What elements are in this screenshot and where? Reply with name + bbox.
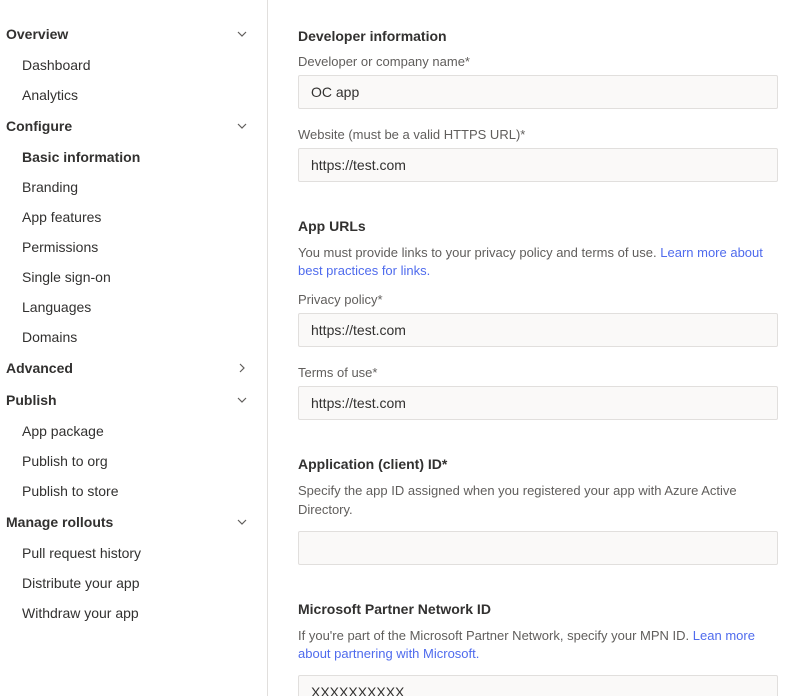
nav-group-label: Publish bbox=[6, 392, 57, 408]
section-description: If you're part of the Microsoft Partner … bbox=[298, 627, 778, 663]
section-description: You must provide links to your privacy p… bbox=[298, 244, 778, 280]
sidebar: Overview Dashboard Analytics Configure B… bbox=[0, 0, 268, 696]
chevron-down-icon bbox=[235, 27, 249, 41]
section-title: Application (client) ID* bbox=[298, 456, 778, 472]
nav-group-label: Manage rollouts bbox=[6, 514, 113, 530]
section-application-client-id: Application (client) ID* Specify the app… bbox=[298, 456, 778, 564]
section-app-urls: App URLs You must provide links to your … bbox=[298, 218, 778, 420]
nav-item-pull-request-history[interactable]: Pull request history bbox=[0, 538, 267, 568]
section-title: Developer information bbox=[298, 28, 778, 44]
main-content: Developer information Developer or compa… bbox=[268, 0, 800, 696]
nav-group-manage-rollouts[interactable]: Manage rollouts bbox=[0, 506, 267, 538]
nav-group-label: Overview bbox=[6, 26, 68, 42]
section-developer-information: Developer information Developer or compa… bbox=[298, 28, 778, 182]
chevron-down-icon bbox=[235, 393, 249, 407]
nav-item-branding[interactable]: Branding bbox=[0, 172, 267, 202]
nav-group-advanced[interactable]: Advanced bbox=[0, 352, 267, 384]
nav-item-analytics[interactable]: Analytics bbox=[0, 80, 267, 110]
section-title: App URLs bbox=[298, 218, 778, 234]
terms-of-use-label: Terms of use* bbox=[298, 365, 778, 380]
nav-group-label: Advanced bbox=[6, 360, 73, 376]
nav-item-distribute-your-app[interactable]: Distribute your app bbox=[0, 568, 267, 598]
section-mpn-id: Microsoft Partner Network ID If you're p… bbox=[298, 601, 778, 696]
nav-item-withdraw-your-app[interactable]: Withdraw your app bbox=[0, 598, 267, 628]
nav-item-publish-to-org[interactable]: Publish to org bbox=[0, 446, 267, 476]
chevron-down-icon bbox=[235, 119, 249, 133]
desc-text: If you're part of the Microsoft Partner … bbox=[298, 628, 693, 643]
nav-item-app-features[interactable]: App features bbox=[0, 202, 267, 232]
privacy-policy-label: Privacy policy* bbox=[298, 292, 778, 307]
mpn-id-input[interactable] bbox=[298, 675, 778, 696]
nav-item-permissions[interactable]: Permissions bbox=[0, 232, 267, 262]
nav-item-app-package[interactable]: App package bbox=[0, 416, 267, 446]
terms-of-use-input[interactable] bbox=[298, 386, 778, 420]
nav-item-domains[interactable]: Domains bbox=[0, 322, 267, 352]
developer-name-input[interactable] bbox=[298, 75, 778, 109]
nav-item-languages[interactable]: Languages bbox=[0, 292, 267, 322]
nav-item-publish-to-store[interactable]: Publish to store bbox=[0, 476, 267, 506]
nav-item-basic-information[interactable]: Basic information bbox=[0, 142, 267, 172]
website-input[interactable] bbox=[298, 148, 778, 182]
developer-name-label: Developer or company name* bbox=[298, 54, 778, 69]
chevron-down-icon bbox=[235, 515, 249, 529]
nav-item-dashboard[interactable]: Dashboard bbox=[0, 50, 267, 80]
privacy-policy-input[interactable] bbox=[298, 313, 778, 347]
nav-group-publish[interactable]: Publish bbox=[0, 384, 267, 416]
section-description: Specify the app ID assigned when you reg… bbox=[298, 482, 778, 518]
nav-group-overview[interactable]: Overview bbox=[0, 18, 267, 50]
section-title: Microsoft Partner Network ID bbox=[298, 601, 778, 617]
desc-text: You must provide links to your privacy p… bbox=[298, 245, 660, 260]
nav-group-configure[interactable]: Configure bbox=[0, 110, 267, 142]
website-label: Website (must be a valid HTTPS URL)* bbox=[298, 127, 778, 142]
nav-group-label: Configure bbox=[6, 118, 72, 134]
nav-item-single-sign-on[interactable]: Single sign-on bbox=[0, 262, 267, 292]
chevron-right-icon bbox=[235, 361, 249, 375]
application-client-id-input[interactable] bbox=[298, 531, 778, 565]
